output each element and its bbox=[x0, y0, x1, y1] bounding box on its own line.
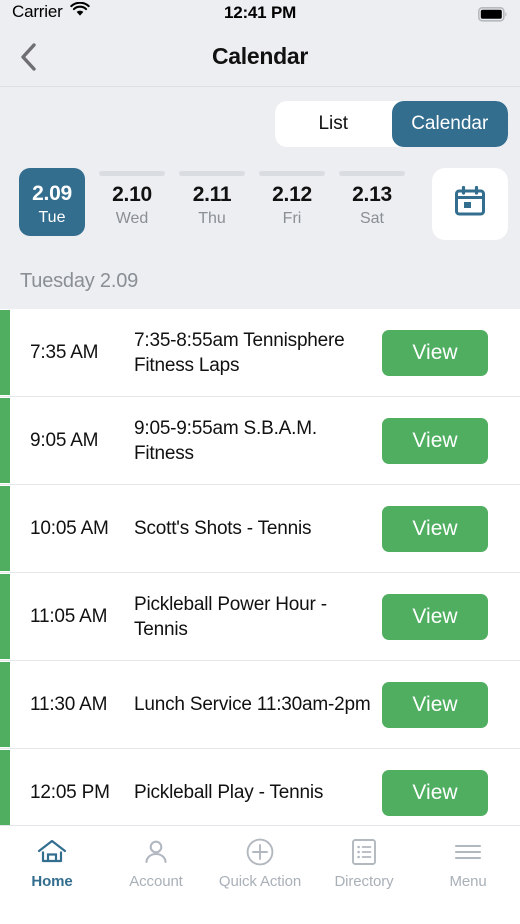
battery-full-icon bbox=[478, 7, 508, 22]
nav-bar: Calendar bbox=[0, 32, 520, 87]
event-accent-bar bbox=[0, 750, 10, 826]
date-indicator-bar bbox=[179, 171, 245, 176]
event-accent-bar bbox=[0, 310, 10, 395]
date-indicator-bar bbox=[259, 171, 325, 176]
tab-bar: Home Account Quick Action Directory Menu bbox=[0, 825, 520, 924]
tab-label: Home bbox=[31, 873, 73, 890]
status-time: 12:41 PM bbox=[223, 3, 297, 22]
view-button[interactable]: View bbox=[382, 681, 488, 728]
event-title: 7:35-8:55am Tennisphere Fitness Laps bbox=[134, 329, 345, 376]
view-toggle[interactable]: List Calendar bbox=[275, 101, 508, 147]
date-cell-1[interactable]: 2.10 Wed bbox=[92, 168, 172, 240]
hamburger-icon bbox=[453, 835, 483, 869]
date-weekday: Wed bbox=[115, 210, 149, 227]
date-indicator-bar bbox=[339, 171, 405, 176]
view-button[interactable]: View bbox=[382, 593, 488, 640]
date-cell-3[interactable]: 2.12 Fri bbox=[252, 168, 332, 240]
date-indicator-bar bbox=[99, 171, 165, 176]
tab-menu[interactable]: Menu bbox=[416, 826, 520, 924]
event-title: Scott's Shots - Tennis bbox=[134, 518, 312, 539]
date-weekday: Tue bbox=[38, 209, 66, 226]
date-number: 2.10 bbox=[112, 183, 152, 206]
view-button[interactable]: View bbox=[382, 505, 488, 552]
event-time: 10:05 AM bbox=[30, 517, 109, 539]
page-title: Calendar bbox=[211, 43, 309, 69]
date-number: 2.09 bbox=[32, 182, 72, 205]
tab-home[interactable]: Home bbox=[0, 826, 104, 924]
event-time: 7:35 AM bbox=[30, 341, 99, 363]
event-title: 9:05-9:55am S.B.A.M. Fitness bbox=[134, 417, 317, 464]
section-header: Tuesday 2.09 bbox=[20, 270, 139, 292]
event-accent-bar bbox=[0, 574, 10, 659]
event-time: 12:05 PM bbox=[30, 781, 110, 803]
event-title: Pickleball Power Hour - Tennis bbox=[134, 593, 327, 640]
tab-account[interactable]: Account bbox=[104, 826, 208, 924]
event-list[interactable]: 7:35 AM 7:35-8:55am Tennisphere Fitness … bbox=[0, 309, 520, 826]
tab-label: Menu bbox=[449, 873, 487, 890]
date-number: 2.13 bbox=[352, 183, 392, 206]
tab-label: Directory bbox=[334, 873, 394, 890]
event-row[interactable]: 9:05 AM 9:05-9:55am S.B.A.M. Fitness Vie… bbox=[0, 397, 520, 485]
event-time: 11:30 AM bbox=[30, 693, 108, 715]
view-button[interactable]: View bbox=[382, 329, 488, 376]
tab-list[interactable]: List bbox=[275, 101, 392, 147]
date-cell-4[interactable]: 2.13 Sat bbox=[332, 168, 412, 240]
list-doc-icon bbox=[350, 835, 378, 869]
view-button[interactable]: View bbox=[382, 417, 488, 464]
event-row[interactable]: 11:05 AM Pickleball Power Hour - Tennis … bbox=[0, 573, 520, 661]
person-icon bbox=[141, 835, 171, 869]
event-title: Lunch Service 11:30am-2pm bbox=[134, 694, 371, 715]
calendar-screen: Carrier 12:41 PM Calendar List Calendar … bbox=[0, 0, 520, 924]
date-number: 2.11 bbox=[192, 183, 232, 206]
home-icon bbox=[36, 835, 68, 869]
date-weekday: Fri bbox=[282, 210, 302, 227]
status-bar: Carrier 12:41 PM bbox=[0, 0, 520, 32]
date-cell-2[interactable]: 2.11 Thu bbox=[172, 168, 252, 240]
calendar-icon bbox=[452, 184, 488, 225]
date-number: 2.12 bbox=[272, 183, 312, 206]
event-accent-bar bbox=[0, 662, 10, 747]
tab-calendar[interactable]: Calendar bbox=[391, 101, 508, 147]
calendar-picker-button[interactable] bbox=[432, 168, 508, 240]
tab-quick-action[interactable]: Quick Action bbox=[208, 826, 312, 924]
date-cell-0[interactable]: 2.09 Tue bbox=[12, 168, 92, 240]
date-weekday: Sat bbox=[359, 210, 384, 227]
view-button[interactable]: View bbox=[382, 769, 488, 816]
event-time: 11:05 AM bbox=[30, 605, 108, 627]
plus-circle-icon bbox=[245, 835, 275, 869]
event-row[interactable]: 12:05 PM Pickleball Play - Tennis View bbox=[0, 749, 520, 826]
tab-label: Quick Action bbox=[218, 873, 302, 890]
tab-label: Account bbox=[129, 873, 183, 890]
event-accent-bar bbox=[0, 486, 10, 571]
event-title: Pickleball Play - Tennis bbox=[134, 782, 324, 803]
event-row[interactable]: 10:05 AM Scott's Shots - Tennis View bbox=[0, 485, 520, 573]
date-strip: 2.09 Tue 2.10 Wed 2.11 Thu 2.12 Fri 2.13… bbox=[0, 168, 520, 240]
date-weekday: Thu bbox=[198, 210, 226, 227]
event-accent-bar bbox=[0, 398, 10, 483]
event-row[interactable]: 11:30 AM Lunch Service 11:30am-2pm View bbox=[0, 661, 520, 749]
event-row[interactable]: 7:35 AM 7:35-8:55am Tennisphere Fitness … bbox=[0, 309, 520, 397]
tab-directory[interactable]: Directory bbox=[312, 826, 416, 924]
event-time: 9:05 AM bbox=[30, 429, 99, 451]
